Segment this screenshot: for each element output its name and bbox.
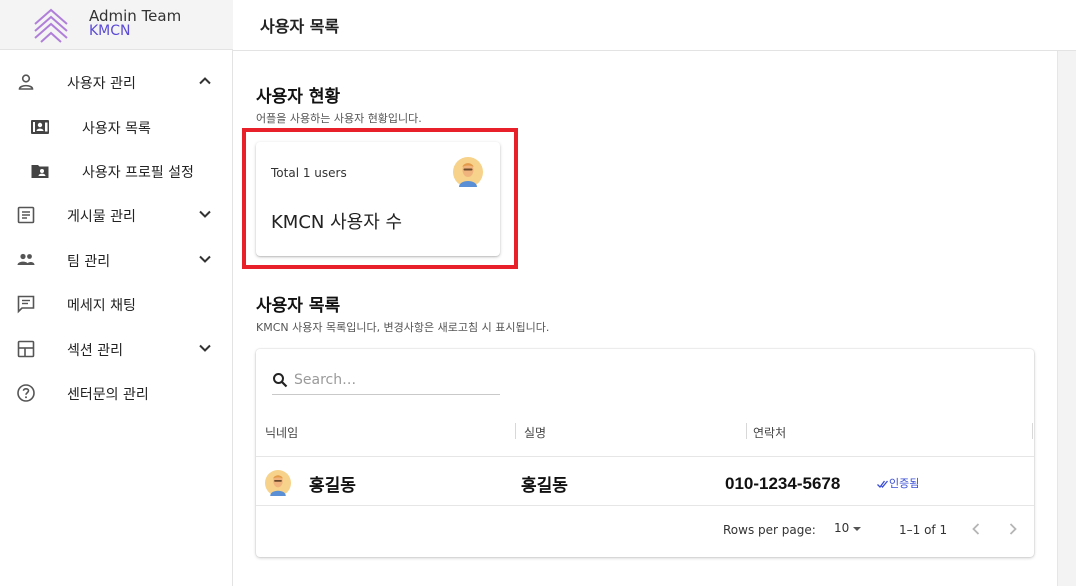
sidebar-item-label: 섹션 관리 xyxy=(67,343,123,359)
sidebar: Admin Team KMCN 사용자 관리 사용자 목록 사용자 프로필 설정… xyxy=(0,0,233,586)
status-section-description: 어플을 사용하는 사용자 현황입니다. xyxy=(256,112,422,125)
top-bar: 사용자 목록 xyxy=(233,0,1076,51)
sidebar-item-user-management[interactable]: 사용자 관리 xyxy=(0,62,232,102)
scrollbar-track[interactable] xyxy=(1057,51,1076,586)
chevron-up-icon[interactable] xyxy=(197,73,213,89)
pagination-range: 1–1 of 1 xyxy=(899,523,948,537)
sidebar-item-label: 사용자 프로필 설정 xyxy=(82,165,194,181)
column-header-phone[interactable]: 연락처 xyxy=(753,424,786,441)
sidebar-item-user-list[interactable]: 사용자 목록 xyxy=(0,107,232,147)
page-title: 사용자 목록 xyxy=(260,17,340,36)
column-header-nickname[interactable]: 닉네임 xyxy=(265,424,298,441)
users-section-title: 사용자 목록 xyxy=(256,296,341,316)
logo-icon xyxy=(34,8,68,43)
brand: Admin Team KMCN xyxy=(0,0,233,50)
sidebar-item-label: 사용자 목록 xyxy=(82,121,151,137)
chat-icon xyxy=(17,295,35,314)
rows-per-page-label: Rows per page: xyxy=(723,523,816,537)
sidebar-item-label: 팀 관리 xyxy=(67,254,111,270)
cell-phone: 010-1234-5678 xyxy=(725,474,841,493)
column-separator[interactable] xyxy=(746,423,747,439)
sidebar-item-label: 메세지 채팅 xyxy=(67,298,136,314)
verified-badge: 인증됨 xyxy=(877,475,919,491)
double-check-icon xyxy=(877,480,888,488)
column-separator[interactable] xyxy=(515,423,516,439)
sidebar-item-teams[interactable]: 팀 관리 xyxy=(0,240,232,280)
help-circle-icon xyxy=(17,384,35,402)
chevron-down-icon[interactable] xyxy=(197,251,213,267)
person-icon xyxy=(18,74,34,90)
avatar-icon xyxy=(265,470,291,496)
sidebar-item-label: 센터문의 관리 xyxy=(67,387,149,403)
chevron-down-icon[interactable] xyxy=(197,206,213,222)
column-separator[interactable] xyxy=(1032,423,1033,439)
sidebar-item-profile-settings[interactable]: 사용자 프로필 설정 xyxy=(0,151,232,191)
row-divider xyxy=(256,505,1034,506)
verified-label: 인증됨 xyxy=(889,477,920,490)
sidebar-item-sections[interactable]: 섹션 관리 xyxy=(0,329,232,369)
chevron-right-icon[interactable] xyxy=(1004,519,1022,539)
brand-subtitle: KMCN xyxy=(89,23,131,39)
sidebar-item-chat[interactable]: 메세지 채팅 xyxy=(0,284,232,324)
sidebar-item-label: 사용자 관리 xyxy=(67,76,136,92)
sidebar-item-label: 게시물 관리 xyxy=(67,209,136,225)
sidebar-item-support[interactable]: 센터문의 관리 xyxy=(0,373,232,413)
rows-per-page-select[interactable]: 10 xyxy=(834,521,849,535)
chevron-left-icon[interactable] xyxy=(967,519,985,539)
users-table: 닉네임 실명 연락처 홍길동 홍길동 010-1234-5678 인증됨 Row… xyxy=(256,349,1034,557)
status-section-title: 사용자 현황 xyxy=(256,87,341,107)
search-box[interactable] xyxy=(272,369,500,395)
users-section-description: KMCN 사용자 목록입니다, 변경사항은 새로고침 시 표시됩니다. xyxy=(256,321,550,334)
sidebar-item-posts[interactable]: 게시물 관리 xyxy=(0,195,232,235)
highlight-box xyxy=(242,128,518,269)
article-icon xyxy=(17,206,35,224)
cell-nickname: 홍길동 xyxy=(309,476,356,496)
caret-down-icon[interactable] xyxy=(852,525,862,533)
search-input[interactable] xyxy=(294,369,494,391)
header-divider xyxy=(256,456,1034,457)
cell-name: 홍길동 xyxy=(521,476,568,496)
contact-card-icon xyxy=(31,120,49,134)
folder-person-icon xyxy=(31,165,49,178)
group-icon xyxy=(17,253,35,265)
search-icon xyxy=(273,373,288,388)
chevron-down-icon[interactable] xyxy=(197,340,213,356)
column-header-name[interactable]: 실명 xyxy=(524,424,546,441)
layout-icon xyxy=(17,340,35,358)
